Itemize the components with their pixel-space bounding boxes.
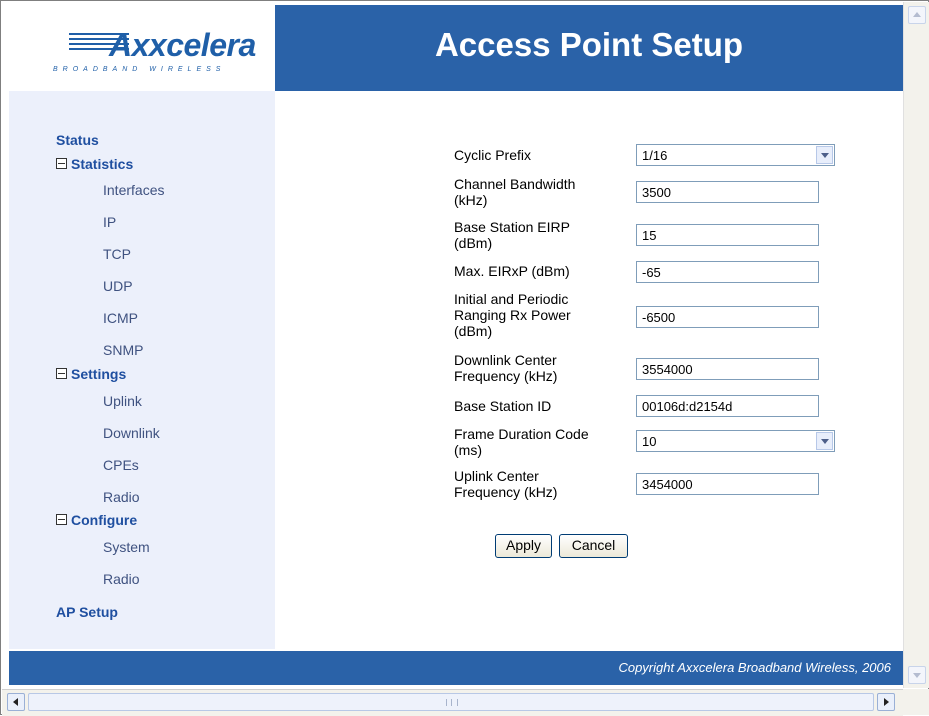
copyright-text: Copyright Axxcelera Broadband Wireless, … — [618, 660, 891, 675]
collapse-icon[interactable] — [56, 158, 67, 169]
frame-duration-value: 10 — [642, 434, 657, 449]
sidebar-nav — [9, 91, 275, 649]
cancel-button[interactable]: Cancel — [559, 534, 628, 558]
logo-tagline: BROADBAND WIRELESS — [53, 66, 226, 73]
ranging-label-line3: (dBm) — [454, 323, 493, 339]
bs-id-label: Base Station ID — [454, 398, 552, 414]
logo: Axxcelera BROADBAND WIRELESS — [9, 5, 275, 91]
cyclic-prefix-label: Cyclic Prefix — [454, 147, 532, 163]
max-eirxp-input[interactable]: -65 — [636, 261, 819, 283]
bs-eirp-label-line1: Base Station EIRP — [454, 219, 570, 235]
nav-item-downlink[interactable]: Downlink — [103, 425, 160, 441]
chevron-down-icon[interactable] — [816, 432, 833, 450]
ranging-input[interactable]: -6500 — [636, 306, 819, 328]
bs-eirp-label: Base Station EIRP (dBm) — [454, 219, 570, 251]
nav-statistics-label: Statistics — [71, 156, 134, 172]
bs-eirp-input[interactable]: 15 — [636, 224, 819, 246]
channel-bandwidth-label-line2: (kHz) — [454, 192, 488, 208]
scrollbar-corner — [903, 689, 929, 715]
ranging-label-line2: Ranging Rx Power — [454, 307, 571, 323]
footer-bar: Copyright Axxcelera Broadband Wireless, … — [9, 651, 903, 685]
frame-duration-select[interactable]: 10 — [636, 430, 835, 452]
nav-item-config-radio[interactable]: Radio — [103, 571, 140, 587]
bs-eirp-label-line2: (dBm) — [454, 235, 493, 251]
nav-ap-setup[interactable]: AP Setup — [56, 604, 118, 620]
header-banner: Access Point Setup — [275, 5, 903, 91]
frame-duration-label: Frame Duration Code (ms) — [454, 426, 589, 458]
nav-status[interactable]: Status — [56, 132, 99, 148]
browser-frame: Axxcelera BROADBAND WIRELESS Access Poin… — [0, 0, 929, 716]
ranging-label-line1: Initial and Periodic — [454, 291, 569, 307]
cyclic-prefix-value: 1/16 — [642, 148, 668, 163]
nav-item-ip[interactable]: IP — [103, 214, 116, 230]
downlink-freq-label: Downlink Center Frequency (kHz) — [454, 352, 557, 384]
nav-settings[interactable]: Settings — [56, 366, 126, 382]
collapse-icon[interactable] — [56, 514, 67, 525]
chevron-down-icon[interactable] — [816, 146, 833, 164]
nav-settings-label: Settings — [71, 366, 127, 382]
uplink-freq-input[interactable]: 3454000 — [636, 473, 819, 495]
nav-item-cpes[interactable]: CPEs — [103, 457, 139, 473]
nav-item-icmp[interactable]: ICMP — [103, 310, 138, 326]
nav-item-udp[interactable]: UDP — [103, 278, 133, 294]
nav-item-uplink[interactable]: Uplink — [103, 393, 142, 409]
channel-bandwidth-label-line1: Channel Bandwidth — [454, 176, 576, 192]
uplink-freq-label-line2: Frequency (kHz) — [454, 484, 558, 500]
vertical-scrollbar[interactable] — [903, 2, 929, 688]
nav-statistics[interactable]: Statistics — [56, 156, 133, 172]
downlink-freq-input[interactable]: 3554000 — [636, 358, 819, 380]
nav-item-system[interactable]: System — [103, 539, 150, 555]
downlink-freq-label-line2: Frequency (kHz) — [454, 368, 558, 384]
scroll-down-icon[interactable] — [908, 666, 926, 684]
nav-item-radio[interactable]: Radio — [103, 489, 140, 505]
uplink-freq-label-line1: Uplink Center — [454, 468, 539, 484]
channel-bandwidth-input[interactable]: 3500 — [636, 181, 819, 203]
frame-duration-label-line1: Frame Duration Code — [454, 426, 589, 442]
page-title: Access Point Setup — [434, 26, 744, 63]
frame-duration-label-line2: (ms) — [454, 442, 482, 458]
horizontal-scroll-thumb[interactable] — [28, 693, 874, 711]
scroll-up-icon[interactable] — [908, 6, 926, 24]
bs-id-input[interactable]: 00106d:d2154d — [636, 395, 819, 417]
nav-item-snmp[interactable]: SNMP — [103, 342, 143, 358]
cyclic-prefix-select[interactable]: 1/16 — [636, 144, 835, 166]
nav-item-tcp[interactable]: TCP — [103, 246, 131, 262]
scroll-left-icon[interactable] — [7, 693, 25, 711]
horizontal-scrollbar[interactable] — [2, 689, 903, 716]
downlink-freq-label-line1: Downlink Center — [454, 352, 557, 368]
ranging-label: Initial and Periodic Ranging Rx Power (d… — [454, 291, 571, 339]
nav-item-interfaces[interactable]: Interfaces — [103, 182, 164, 198]
max-eirxp-label: Max. EIRxP (dBm) — [454, 263, 570, 279]
logo-text: Axxcelera — [109, 27, 256, 63]
nav-configure[interactable]: Configure — [56, 512, 137, 528]
apply-button[interactable]: Apply — [495, 534, 552, 558]
uplink-freq-label: Uplink Center Frequency (kHz) — [454, 468, 557, 500]
channel-bandwidth-label: Channel Bandwidth (kHz) — [454, 176, 575, 208]
collapse-icon[interactable] — [56, 368, 67, 379]
grip-icon — [446, 699, 458, 706]
nav-configure-label: Configure — [71, 512, 138, 528]
scroll-right-icon[interactable] — [877, 693, 895, 711]
